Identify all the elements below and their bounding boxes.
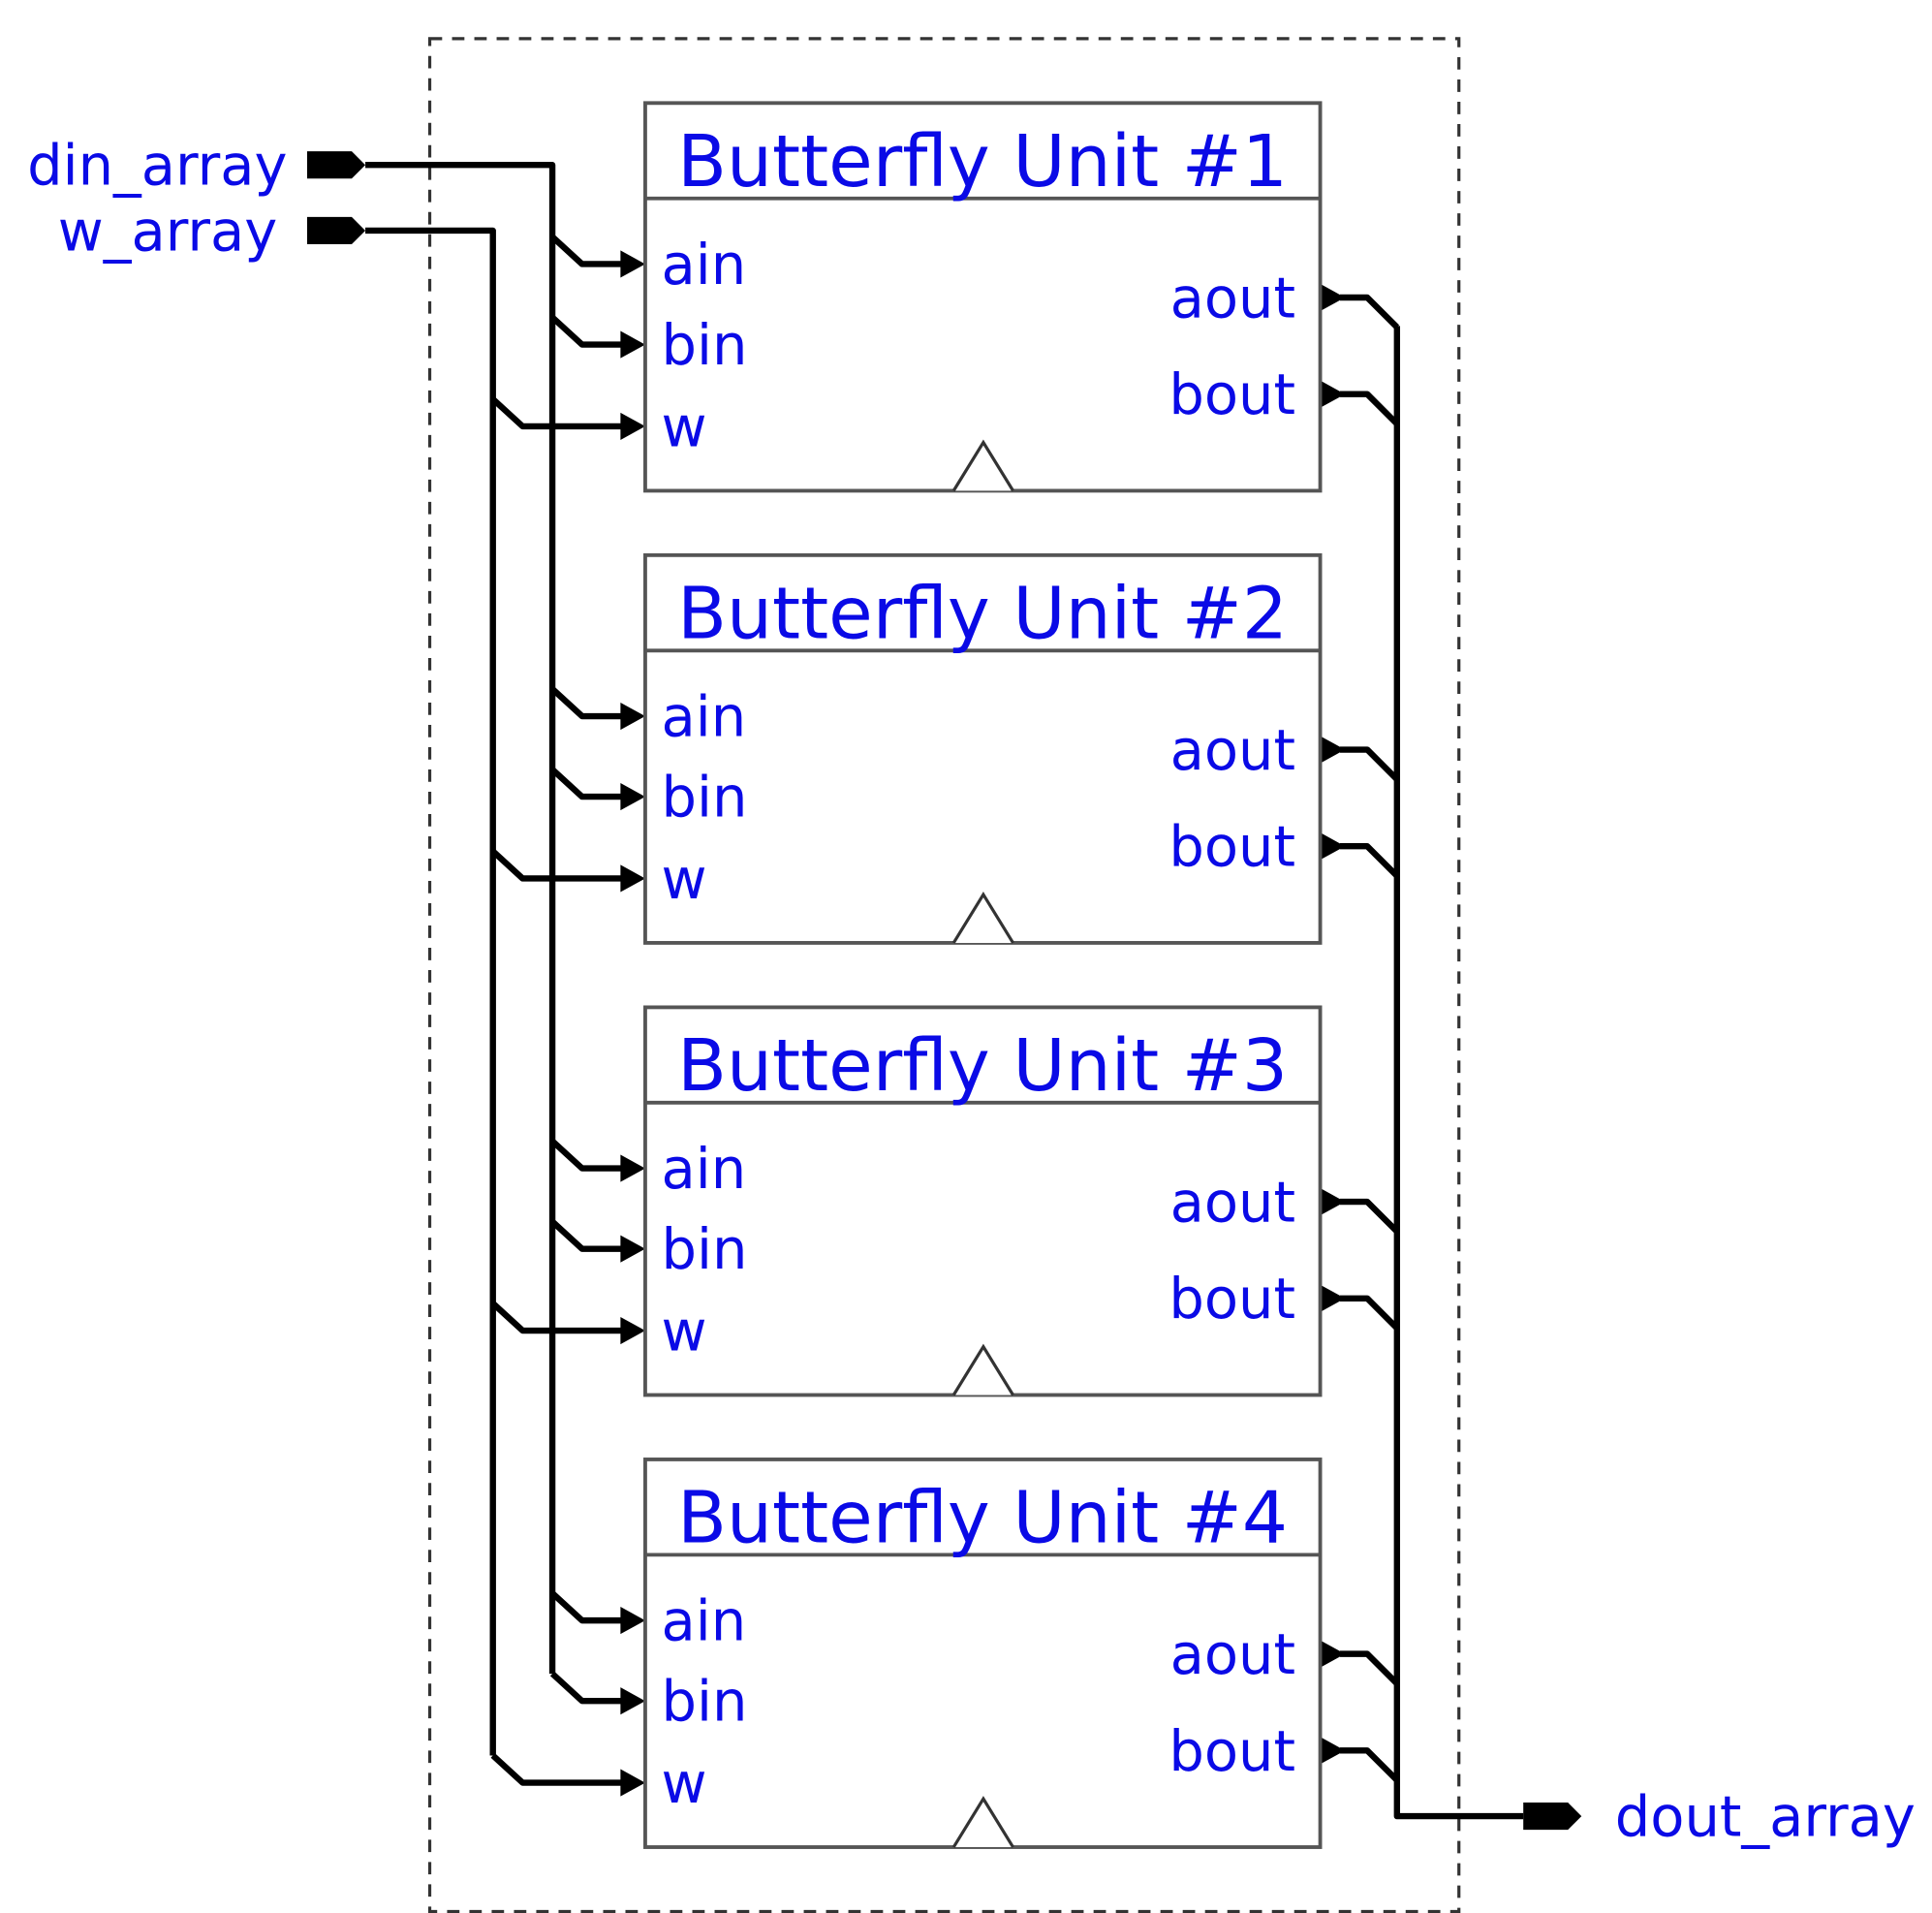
input-port-w: w [662, 394, 707, 459]
input-port-bin: bin [662, 766, 748, 831]
input-wire-bin [549, 1671, 626, 1705]
input-wire-ain [549, 1590, 626, 1624]
input-arrow-bin [620, 783, 645, 811]
dout-array-label: dout_array [1615, 1785, 1916, 1850]
input-wire-ain [549, 235, 626, 267]
output-port-aout: aout [1170, 718, 1295, 783]
output-wire-bout [1340, 1295, 1400, 1331]
butterfly-unit-2: Butterfly Unit #2 ain bin w aout bout [643, 552, 1323, 945]
input-wire-w [490, 396, 626, 430]
input-arrow-ain [620, 1607, 645, 1635]
output-wire-aout [1340, 1198, 1400, 1235]
output-wire-aout [1340, 1650, 1400, 1686]
input-arrow-bin [620, 330, 645, 359]
din-array-label: din_array [27, 134, 287, 199]
input-wire-bin [549, 315, 626, 348]
input-port-ain: ain [662, 684, 747, 749]
input-wire-ain [549, 1139, 626, 1172]
output-wire-bout [1340, 843, 1400, 879]
output-port-bout: bout [1169, 815, 1295, 880]
w-array-label: w_array [58, 199, 278, 264]
unit-title: Butterfly Unit #4 [677, 1477, 1288, 1560]
input-arrow-ain [620, 1154, 645, 1182]
output-wire-bout [1340, 391, 1400, 426]
din-bus [365, 162, 556, 1675]
input-port-bin: bin [662, 1670, 748, 1735]
input-port-ain: ain [662, 1589, 747, 1654]
input-arrow-w [620, 1769, 645, 1797]
butterfly-unit-1: Butterfly Unit #1 ain bin w aout bout [643, 101, 1323, 493]
output-wire-aout [1340, 746, 1400, 782]
output-port-aout: aout [1170, 266, 1295, 330]
input-port-w: w [662, 1299, 707, 1364]
input-wire-bin [549, 767, 626, 800]
unit-title: Butterfly Unit #2 [677, 573, 1288, 656]
input-arrow-ain [620, 250, 645, 278]
output-port-aout: aout [1170, 1622, 1295, 1687]
input-arrow-bin [620, 1687, 645, 1715]
din-array-connector [306, 151, 366, 179]
input-wire-bin [549, 1219, 626, 1252]
input-arrow-w [620, 864, 645, 893]
input-arrow-bin [620, 1235, 645, 1263]
unit-title: Butterfly Unit #1 [677, 120, 1288, 204]
input-port-w: w [662, 847, 707, 912]
input-wire-ain [549, 686, 626, 720]
output-port-bout: bout [1169, 1267, 1295, 1332]
input-port-bin: bin [662, 1217, 748, 1282]
unit-title: Butterfly Unit #3 [677, 1024, 1288, 1108]
butterfly-diagram: Butterfly Unit #1ainbinwaoutboutButterfl… [27, 37, 1916, 1913]
input-wire-w [490, 848, 626, 882]
output-wire-aout [1340, 294, 1400, 329]
output-wire-bout [1340, 1747, 1400, 1783]
output-port-bout: bout [1169, 1719, 1295, 1784]
input-port-ain: ain [662, 1137, 747, 1202]
butterfly-unit-3: Butterfly Unit #3 ain bin w aout bout [643, 1005, 1323, 1397]
output-port-bout: bout [1169, 362, 1295, 427]
input-arrow-ain [620, 702, 645, 731]
input-wire-w [490, 1301, 626, 1334]
output-port-aout: aout [1170, 1171, 1295, 1236]
input-arrow-w [620, 412, 645, 440]
w-array-connector [306, 216, 366, 245]
butterfly-unit-4: Butterfly Unit #4 ain bin w aout bout [643, 1458, 1323, 1849]
input-port-bin: bin [662, 313, 748, 378]
input-port-w: w [662, 1751, 707, 1816]
input-wire-w [490, 1753, 626, 1786]
dout-array-connector [1523, 1803, 1582, 1831]
input-port-ain: ain [662, 233, 747, 298]
units: Butterfly Unit #1ainbinwaoutboutButterfl… [643, 101, 1323, 1849]
input-arrow-w [620, 1316, 645, 1345]
